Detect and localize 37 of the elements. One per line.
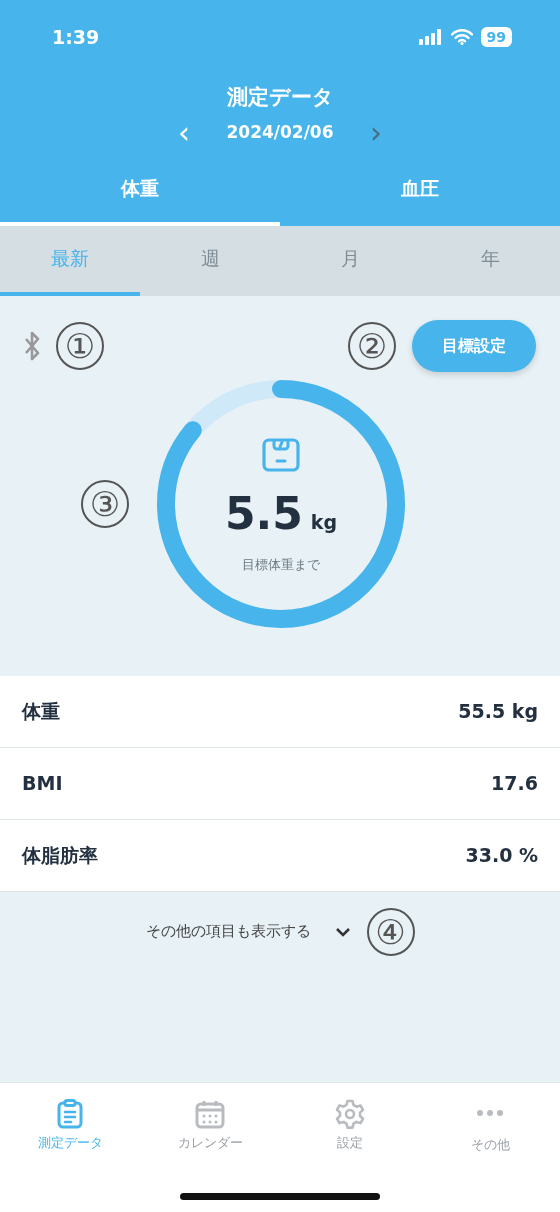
metric-value: 55.5 kg	[458, 698, 538, 724]
nav-tab[interactable]: 設定	[280, 1083, 420, 1163]
previous-date-button[interactable]: ‹	[168, 117, 200, 148]
metric-label: BMI	[22, 770, 63, 796]
remaining-weight: 5.5	[224, 486, 303, 541]
more-icon	[477, 1110, 503, 1116]
callout-number: ①	[56, 321, 104, 370]
callout-number: ④	[366, 907, 415, 956]
unit-label: kg	[310, 509, 338, 535]
goal-setting-button[interactable]: 目標設定	[412, 319, 536, 372]
date-label: 2024/02/06	[225, 120, 335, 144]
period-tab[interactable]: 年	[420, 225, 560, 296]
metric-value: 33.0 %	[465, 842, 538, 868]
metric-value: 17.6	[491, 770, 538, 796]
period-tab[interactable]: 週	[140, 225, 280, 296]
signal-icon	[418, 29, 443, 45]
nav-tab[interactable]: 測定データ	[0, 1083, 140, 1163]
status-time: 1:39	[52, 24, 100, 50]
show-more-link[interactable]: その他の項目も表示する	[145, 920, 351, 943]
callout-number: ③	[81, 479, 129, 528]
period-tab[interactable]: 最新	[0, 225, 140, 296]
period-tab[interactable]: 月	[280, 225, 420, 296]
screen-title: 測定データ	[226, 84, 334, 111]
tab[interactable]: 血圧	[280, 155, 560, 226]
battery-indicator: 99	[480, 27, 512, 47]
settings-icon	[335, 1099, 365, 1129]
next-date-button[interactable]: ›	[360, 117, 392, 148]
chevron-down-icon	[334, 926, 351, 937]
nav-tab[interactable]: その他	[420, 1083, 560, 1163]
metric-label: 体重	[22, 698, 60, 724]
clipboard-icon	[56, 1099, 84, 1129]
ring-caption: 目標体重まで	[242, 555, 320, 574]
wifi-icon	[450, 29, 473, 45]
nav-tab[interactable]: カレンダー	[140, 1083, 280, 1163]
callout-number: ②	[348, 321, 396, 370]
metric-label: 体脂肪率	[22, 842, 98, 868]
calendar-icon	[195, 1099, 225, 1129]
